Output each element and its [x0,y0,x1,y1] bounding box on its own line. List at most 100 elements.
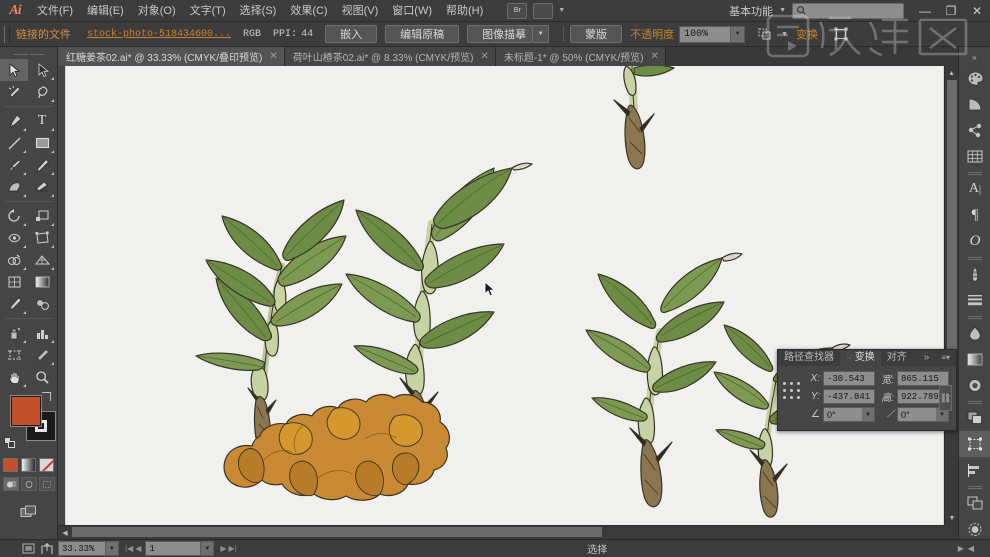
free-transform-tool[interactable] [28,227,56,249]
tab-align[interactable]: 对齐 [881,350,913,366]
symbol-sprayer-tool[interactable] [0,322,28,344]
none-fill-button[interactable] [39,458,54,472]
transform-link[interactable]: 变换 [796,26,818,42]
rotate-input[interactable]: 0° ▼ [823,407,875,422]
constrain-proportions-icon[interactable]: ⛓ [939,385,952,411]
artboard-number-input[interactable]: 1 [145,541,202,556]
shaper-tool[interactable] [0,176,28,198]
selection-tool[interactable] [0,59,28,81]
scroll-up-icon[interactable]: ▲ [945,66,958,80]
artboard[interactable] [66,66,943,534]
scroll-left-icon[interactable]: ◀ [58,526,72,539]
control-bar-grip[interactable] [4,25,10,43]
zoom-tool[interactable] [28,366,56,388]
prev-page-icon[interactable]: ◀ [135,544,141,553]
color-panel-icon[interactable] [959,65,990,91]
paragraph-panel-icon[interactable]: ¶ [959,202,990,228]
rotate-tool[interactable] [0,205,28,227]
align-panel-icon[interactable] [959,457,990,483]
horizontal-scroll-thumb[interactable] [72,527,602,537]
rectangle-tool[interactable] [28,132,56,154]
pencil-tool[interactable] [28,154,56,176]
artboard-tool[interactable] [0,344,28,366]
gradient-panel-icon[interactable] [959,320,990,346]
gradient-tool[interactable] [28,271,56,293]
embed-button[interactable]: 嵌入 [325,25,378,43]
pathfinder-panel-icon[interactable] [959,405,990,431]
stroke-panel-icon[interactable] [959,287,990,313]
draw-behind-button[interactable] [20,477,37,491]
image-trace-button[interactable]: 图像描摹 [467,25,534,43]
tools-panel-grip[interactable] [0,50,57,59]
arrange-documents-icon[interactable] [533,2,554,19]
close-icon[interactable]: ✕ [480,51,488,62]
column-graph-tool[interactable] [28,322,56,344]
y-input[interactable]: -437.841 [823,389,875,404]
mask-button[interactable]: 蒙版 [570,25,623,43]
search-input[interactable] [792,2,904,19]
change-screen-mode-button[interactable] [15,500,43,522]
shape-builder-tool[interactable] [0,249,28,271]
menu-effect[interactable]: 效果(C) [283,0,334,22]
x-input[interactable]: -30.543 [823,371,875,386]
workspace-chevron-down-icon[interactable]: ▼ [779,7,786,14]
opentype-panel-icon[interactable]: O [959,228,990,254]
status-collapse-icon[interactable]: ◀ [968,544,974,553]
line-segment-tool[interactable] [0,132,28,154]
artboard-chevron-down-icon[interactable]: ▼ [201,541,215,556]
hand-tool[interactable] [0,366,28,388]
window-close-button[interactable]: ✕ [964,0,990,22]
width-tool[interactable] [0,227,28,249]
transparency-panel-icon[interactable] [959,346,990,372]
eyedropper-tool[interactable] [0,293,28,315]
blend-tool[interactable] [28,293,56,315]
status-expand-icon[interactable]: ▶ [958,544,964,553]
opacity-mask-icon[interactable] [755,25,775,43]
artboards-panel-icon[interactable] [959,490,990,516]
tab-transform[interactable]: ⁙ 变换 [840,350,881,366]
transform-handles-icon[interactable] [831,25,851,43]
width-input[interactable]: 865.115 [897,371,949,386]
linked-file-name[interactable]: stock-photo-518434600... [87,29,231,40]
tab-pathfinder[interactable]: 路径查找器 [778,350,840,366]
direct-selection-tool[interactable] [28,59,56,81]
menu-window[interactable]: 窗口(W) [385,0,439,22]
opacity-chevron-down-icon[interactable]: ▼ [731,25,746,43]
document-tab-1[interactable]: 荷叶山楂茶02.ai* @ 8.33% (CMYK/预览) ✕ [284,47,496,66]
appearance-panel-icon[interactable] [959,372,990,398]
zoom-level-input[interactable]: 33.33% [58,541,106,556]
panel-menu-icon[interactable]: ≡▾ [935,350,956,366]
fill-swatch[interactable] [11,396,41,426]
panel-collapse-icon[interactable]: » [918,350,936,366]
brushes-panel-icon[interactable] [959,261,990,287]
swap-fill-stroke-icon[interactable] [42,392,51,401]
magic-wand-tool[interactable] [0,81,28,103]
chevron-down-icon[interactable]: ▼ [558,7,565,14]
swatches-panel-icon[interactable] [959,143,990,169]
type-tool[interactable]: T [28,110,56,132]
color-guide-icon[interactable] [959,91,990,117]
reference-point-selector[interactable] [783,382,801,400]
lasso-tool[interactable] [28,81,56,103]
slice-tool[interactable] [28,344,56,366]
close-icon[interactable]: ✕ [650,51,658,62]
color-fill-button[interactable] [3,458,18,472]
canvas-area[interactable]: ▲ ▼ ◀ 路径查找器 ⁙ 变换 对齐 » ≡▾ X: -30.543 宽: 8… [58,66,958,539]
workspace-switcher[interactable]: 基本功能 [725,3,777,19]
zoom-chevron-down-icon[interactable]: ▼ [106,541,119,556]
menu-help[interactable]: 帮助(H) [439,0,490,22]
menu-file[interactable]: 文件(F) [30,0,80,22]
scale-tool[interactable] [28,205,56,227]
opacity-mask-chevron-down-icon[interactable]: ▼ [781,31,788,38]
transform-panel-icon[interactable] [959,431,990,457]
close-icon[interactable]: ✕ [269,51,277,62]
window-minimize-button[interactable]: — [912,0,938,22]
vertical-scrollbar[interactable]: ▲ ▼ [944,66,958,539]
next-page-icon[interactable]: ▶ [220,544,226,553]
bridge-icon[interactable]: Br [507,2,528,19]
horizontal-scrollbar[interactable]: ◀ [58,525,944,539]
mesh-tool[interactable] [0,271,28,293]
opacity-input[interactable]: 100% [679,25,732,43]
gradient-fill-button[interactable] [21,458,36,472]
pen-tool[interactable] [0,110,28,132]
